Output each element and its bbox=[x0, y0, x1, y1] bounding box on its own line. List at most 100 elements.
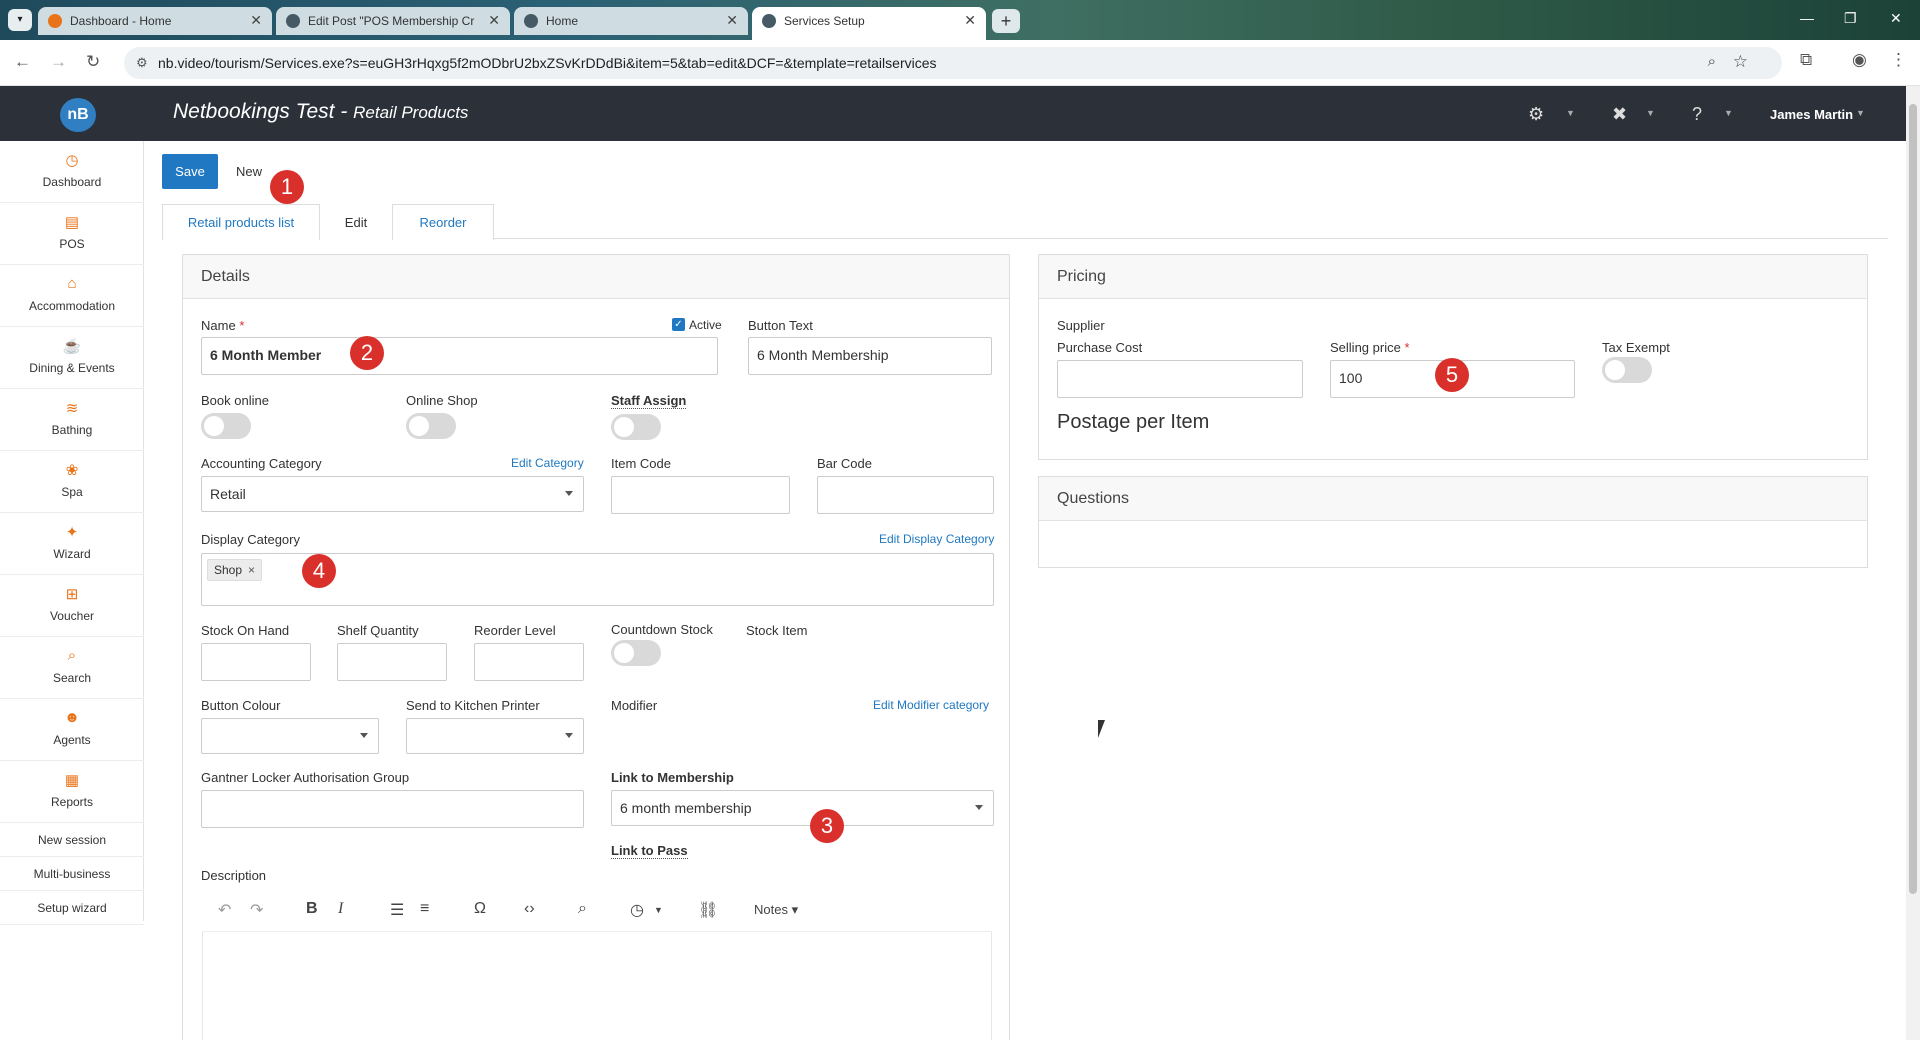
countdown-stock-toggle[interactable] bbox=[611, 640, 661, 666]
edit-modifier-category-link[interactable]: Edit Modifier category bbox=[873, 698, 989, 712]
pricing-title: Pricing bbox=[1057, 268, 1106, 285]
sidebar-item-voucher[interactable]: ⊞ Voucher bbox=[0, 575, 144, 637]
stock-on-hand-input[interactable] bbox=[201, 643, 311, 681]
tab-search-menu-icon[interactable]: ▾ bbox=[8, 9, 32, 31]
browser-menu-icon[interactable]: ⋮ bbox=[1890, 50, 1907, 70]
sidebar-item-label: Voucher bbox=[49, 609, 95, 623]
accounting-category-select[interactable]: Retail bbox=[201, 476, 584, 512]
netbookings-logo[interactable]: nB bbox=[60, 98, 96, 132]
chevron-down-icon[interactable]: ▼ bbox=[1856, 108, 1865, 118]
name-input[interactable]: 6 Month Member bbox=[201, 337, 718, 375]
zoom-icon[interactable]: ⌕ bbox=[1708, 53, 1716, 70]
tab-edit[interactable]: Edit bbox=[320, 204, 392, 240]
chevron-down-icon[interactable]: ▼ bbox=[1566, 108, 1575, 118]
italic-icon[interactable]: I bbox=[338, 900, 343, 918]
notes-menu[interactable]: Notes ▾ bbox=[754, 902, 798, 918]
purchase-cost-input[interactable] bbox=[1057, 360, 1303, 398]
tab-close-icon[interactable]: ✕ bbox=[488, 12, 500, 29]
countdown-stock-label: Countdown Stock bbox=[611, 622, 713, 637]
gantner-input[interactable] bbox=[201, 790, 584, 828]
tools-icon[interactable]: ✖ bbox=[1612, 104, 1627, 125]
tag-remove-icon[interactable]: × bbox=[248, 563, 255, 577]
page-title: Netbookings Test - Retail Products bbox=[173, 100, 468, 124]
source-code-icon[interactable]: ‹› bbox=[524, 900, 535, 918]
item-code-input[interactable] bbox=[611, 476, 790, 514]
profile-icon[interactable]: ◉ bbox=[1852, 50, 1867, 70]
reload-icon[interactable]: ↻ bbox=[86, 52, 100, 72]
new-tab-button[interactable]: + bbox=[992, 9, 1020, 33]
new-button[interactable]: New bbox=[236, 164, 262, 179]
sidebar-link-setup-wizard[interactable]: Setup wizard bbox=[0, 891, 144, 925]
chevron-down-icon[interactable]: ▼ bbox=[1724, 108, 1733, 118]
user-menu[interactable]: James Martin bbox=[1770, 107, 1853, 122]
tab-retail-products-list[interactable]: Retail products list bbox=[162, 204, 320, 240]
site-info-icon[interactable]: ⚙ bbox=[136, 55, 148, 71]
tab-reorder[interactable]: Reorder bbox=[392, 204, 494, 240]
browser-tab-edit-post[interactable]: Edit Post "POS Membership Cr ✕ bbox=[276, 7, 510, 35]
sidebar-item-reports[interactable]: ▦ Reports bbox=[0, 761, 144, 823]
tab-close-icon[interactable]: ✕ bbox=[250, 12, 262, 29]
insert-time-icon[interactable]: ◷ bbox=[630, 900, 644, 920]
browser-tab-home[interactable]: Home ✕ bbox=[514, 7, 748, 35]
restore-icon[interactable]: ❐ bbox=[1844, 10, 1857, 27]
stock-item-label: Stock Item bbox=[746, 623, 808, 638]
minimize-icon[interactable]: — bbox=[1800, 10, 1814, 26]
help-icon[interactable]: ? bbox=[1692, 104, 1702, 125]
sidebar-item-dining-events[interactable]: ☕ Dining & Events bbox=[0, 327, 144, 389]
find-replace-icon[interactable]: ⌕ bbox=[578, 900, 587, 918]
bookmark-star-icon[interactable]: ☆ bbox=[1733, 52, 1748, 72]
edit-category-link[interactable]: Edit Category bbox=[511, 456, 584, 470]
sidebar-item-bathing[interactable]: ≋ Bathing bbox=[0, 389, 144, 451]
staff-assign-toggle[interactable] bbox=[611, 414, 661, 440]
forward-icon[interactable]: → bbox=[50, 52, 67, 72]
chevron-down-icon[interactable]: ▼ bbox=[654, 905, 663, 915]
sidebar-item-dashboard[interactable]: ◷ Dashboard bbox=[0, 141, 144, 203]
sidebar-item-pos[interactable]: ▤ POS bbox=[0, 203, 144, 265]
url-bar[interactable]: ⚙ nb.video/tourism/Services.exe?s=euGH3r… bbox=[124, 47, 1782, 79]
sidebar-item-wizard[interactable]: ✦ Wizard bbox=[0, 513, 144, 575]
window-close-icon[interactable]: ✕ bbox=[1890, 10, 1902, 27]
browser-tab-services-setup[interactable]: Services Setup ✕ bbox=[752, 7, 986, 40]
back-icon[interactable]: ← bbox=[14, 52, 31, 72]
chevron-down-icon[interactable]: ▼ bbox=[1646, 108, 1655, 118]
questions-header[interactable]: Questions bbox=[1039, 477, 1867, 521]
sidebar-item-spa[interactable]: ❀ Spa bbox=[0, 451, 144, 513]
numbered-list-icon[interactable]: ≡ bbox=[420, 900, 429, 918]
pos-icon: ▤ bbox=[64, 214, 80, 231]
redo-icon[interactable]: ↷ bbox=[250, 900, 263, 920]
link-membership-select[interactable]: 6 month membership bbox=[611, 790, 994, 826]
description-editor[interactable] bbox=[202, 932, 992, 1040]
sidebar-link-new-session[interactable]: New session bbox=[0, 823, 144, 857]
tax-exempt-toggle[interactable] bbox=[1602, 357, 1652, 383]
extensions-icon[interactable]: ⧉ bbox=[1800, 50, 1812, 70]
sidebar-item-agents[interactable]: ☻ Agents bbox=[0, 699, 144, 761]
sidebar-item-search[interactable]: ⌕ Search bbox=[0, 637, 144, 699]
button-text-input[interactable]: 6 Month Membership bbox=[748, 337, 992, 375]
settings-gears-icon[interactable]: ⚙ bbox=[1528, 104, 1544, 125]
sidebar-link-multi-business[interactable]: Multi-business bbox=[0, 857, 144, 891]
online-shop-toggle[interactable] bbox=[406, 413, 456, 439]
link-icon[interactable]: ⛓ bbox=[698, 900, 718, 920]
book-online-toggle[interactable] bbox=[201, 413, 251, 439]
bullet-list-icon[interactable]: ☰ bbox=[390, 900, 404, 920]
sidebar-item-accommodation[interactable]: ⌂ Accommodation bbox=[0, 265, 144, 327]
active-checkbox[interactable]: ✓ bbox=[672, 318, 685, 331]
tab-close-icon[interactable]: ✕ bbox=[964, 12, 976, 29]
bold-icon[interactable]: B bbox=[306, 900, 318, 918]
button-colour-select[interactable] bbox=[201, 718, 379, 754]
kitchen-printer-select[interactable] bbox=[406, 718, 584, 754]
edit-display-category-link[interactable]: Edit Display Category bbox=[879, 532, 994, 546]
special-character-icon[interactable]: Ω bbox=[474, 900, 486, 918]
scrollbar-thumb[interactable] bbox=[1909, 104, 1917, 894]
selling-price-label: Selling price * bbox=[1330, 340, 1410, 355]
tab-close-icon[interactable]: ✕ bbox=[726, 12, 738, 29]
page-scrollbar[interactable] bbox=[1906, 86, 1920, 1040]
browser-tab-dashboard[interactable]: Dashboard - Home ✕ bbox=[38, 7, 272, 35]
url-text[interactable]: nb.video/tourism/Services.exe?s=euGH3rHq… bbox=[158, 55, 937, 71]
chevron-down-icon bbox=[360, 733, 368, 738]
undo-icon[interactable]: ↶ bbox=[218, 900, 231, 920]
reorder-level-input[interactable] bbox=[474, 643, 584, 681]
save-button[interactable]: Save bbox=[162, 154, 218, 189]
bar-code-input[interactable] bbox=[817, 476, 994, 514]
shelf-quantity-input[interactable] bbox=[337, 643, 447, 681]
